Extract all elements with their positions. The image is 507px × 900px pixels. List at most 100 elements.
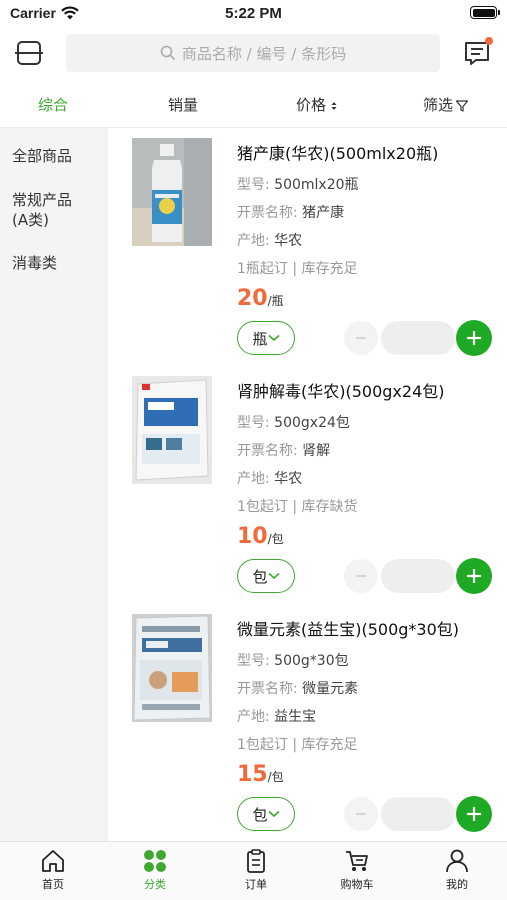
product-model: 型号: 500gx24包 [237, 412, 350, 432]
tab-category-label: 分类 [144, 878, 166, 891]
tab-profile[interactable]: 我的 [422, 848, 492, 892]
unit-label: 包 [252, 805, 268, 824]
chevron-down-icon [267, 810, 280, 818]
product-image[interactable] [132, 138, 212, 246]
search-icon [160, 45, 175, 61]
product-name[interactable]: 猪产康(华农)(500mlx20瓶) [237, 140, 438, 164]
minus-button[interactable] [344, 559, 378, 593]
sort-price[interactable]: 价格 [296, 94, 339, 115]
profile-icon [446, 849, 468, 873]
unit-select-button[interactable]: 瓶 [237, 321, 295, 355]
price-unit: /瓶 [267, 294, 284, 308]
invoice-value: 微量元素 [302, 681, 359, 697]
battery-icon [470, 6, 500, 19]
search-input[interactable]: 商品名称 / 编号 / 条形码 [66, 34, 440, 72]
product-card: 猪产康(华农)(500mlx20瓶) 型号: 500mlx20瓶 开票名称: 猪… [108, 128, 507, 366]
product-image[interactable] [132, 614, 212, 722]
category-all[interactable]: 全部商品 [0, 146, 108, 166]
product-invoice-name: 开票名称: 微量元素 [237, 678, 358, 698]
product-name[interactable]: 肾肿解毒(华农)(500gx24包) [237, 378, 445, 402]
filter-label: 筛选 [423, 96, 454, 114]
product-order-info: 1包起订 | 库存充足 [237, 737, 358, 753]
tab-category[interactable]: 分类 [120, 848, 190, 892]
sort-price-label: 价格 [296, 96, 327, 114]
minus-icon [356, 575, 366, 577]
quantity-field[interactable] [381, 559, 455, 593]
quantity-field[interactable] [381, 797, 455, 831]
unit-select-button[interactable]: 包 [237, 559, 295, 593]
tab-orders-label: 订单 [245, 878, 267, 891]
product-order-info: 1包起订 | 库存缺货 [237, 499, 358, 515]
product-price: 10/包 [237, 524, 284, 549]
header: 商品名称 / 编号 / 条形码 [0, 28, 507, 78]
product-price: 20/瓶 [237, 286, 284, 311]
product-invoice-name: 开票名称: 肾解 [237, 440, 330, 460]
plus-icon [467, 569, 481, 583]
model-label: 型号: [237, 415, 270, 431]
plus-icon [467, 331, 481, 345]
product-list: 猪产康(华农)(500mlx20瓶) 型号: 500mlx20瓶 开票名称: 猪… [108, 128, 507, 841]
product-origin: 产地: 华农 [237, 230, 302, 250]
product-invoice-name: 开票名称: 猪产康 [237, 202, 344, 222]
tab-cart-label: 购物车 [340, 878, 374, 891]
model-label: 型号: [237, 177, 270, 193]
category-sidebar: 全部商品 常规产品 (A类) 消毒类 [0, 128, 108, 841]
message-icon[interactable] [462, 36, 494, 68]
plus-button[interactable] [456, 796, 492, 832]
plus-button[interactable] [456, 558, 492, 594]
invoice-label: 开票名称: [237, 443, 298, 459]
origin-label: 产地: [237, 471, 270, 487]
tab-cart[interactable]: 购物车 [322, 848, 392, 892]
product-order-info: 1瓶起订 | 库存充足 [237, 261, 358, 277]
invoice-label: 开票名称: [237, 681, 298, 697]
model-value: 500gx24包 [274, 415, 350, 431]
sort-comprehensive[interactable]: 综合 [38, 94, 68, 115]
plus-button[interactable] [456, 320, 492, 356]
sort-arrows-icon [331, 101, 337, 110]
origin-value: 益生宝 [274, 709, 317, 725]
unit-select-button[interactable]: 包 [237, 797, 295, 831]
cart-icon [346, 851, 368, 871]
notification-badge [485, 37, 493, 45]
order-icon [247, 849, 265, 873]
minus-icon [356, 337, 366, 339]
minus-button[interactable] [344, 321, 378, 355]
product-origin: 产地: 华农 [237, 468, 302, 488]
origin-label: 产地: [237, 233, 270, 249]
tab-bar: 首页 分类 订单 购物车 我的 [0, 841, 507, 900]
sort-bar: 综合 销量 价格 筛选 [0, 78, 507, 128]
price-value: 20 [237, 286, 268, 311]
price-value: 15 [237, 762, 268, 787]
model-value: 500mlx20瓶 [274, 177, 359, 193]
plus-icon [467, 807, 481, 821]
chevron-down-icon [267, 572, 280, 580]
home-icon [42, 850, 64, 872]
origin-label: 产地: [237, 709, 270, 725]
product-image[interactable] [132, 376, 212, 484]
product-price: 15/包 [237, 762, 284, 787]
price-unit: /包 [267, 532, 284, 546]
product-model: 型号: 500mlx20瓶 [237, 174, 359, 194]
quantity-field[interactable] [381, 321, 455, 355]
model-label: 型号: [237, 653, 270, 669]
product-model: 型号: 500g*30包 [237, 650, 349, 670]
product-origin: 产地: 益生宝 [237, 706, 316, 726]
category-disinfection[interactable]: 消毒类 [0, 253, 108, 273]
tab-home-label: 首页 [42, 878, 64, 891]
tab-home[interactable]: 首页 [18, 848, 88, 892]
origin-value: 华农 [274, 471, 303, 487]
invoice-label: 开票名称: [237, 205, 298, 221]
category-regular[interactable]: 常规产品 (A类) [0, 190, 108, 230]
tab-orders[interactable]: 订单 [221, 848, 291, 892]
invoice-value: 肾解 [302, 443, 331, 459]
unit-label: 包 [252, 567, 268, 586]
filter-icon [455, 99, 469, 112]
category-icon [144, 850, 166, 872]
minus-button[interactable] [344, 797, 378, 831]
scan-icon[interactable] [14, 38, 44, 68]
filter-button[interactable]: 筛选 [423, 94, 469, 115]
price-unit: /包 [267, 770, 284, 784]
sort-sales[interactable]: 销量 [168, 94, 198, 115]
model-value: 500g*30包 [274, 653, 349, 669]
product-name[interactable]: 微量元素(益生宝)(500g*30包) [237, 616, 459, 640]
